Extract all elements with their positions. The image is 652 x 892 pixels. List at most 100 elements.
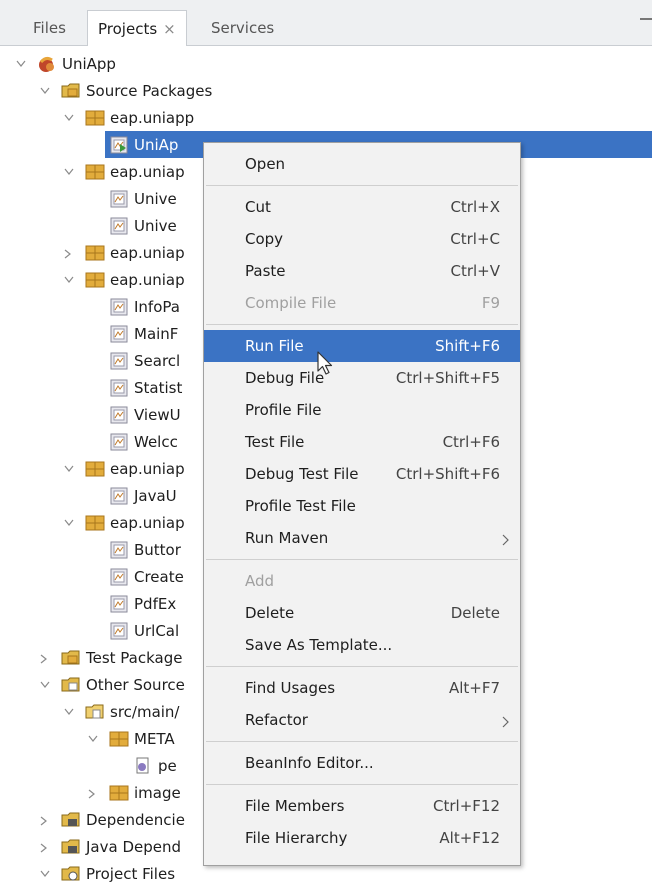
java-class-icon xyxy=(109,432,129,452)
tree-node-label: Buttor xyxy=(134,541,181,559)
chevron-down-icon[interactable] xyxy=(40,87,50,95)
tree-node-label: ViewU xyxy=(134,406,181,424)
menu-item-shortcut: F9 xyxy=(481,294,500,312)
menu-item-open[interactable]: Open xyxy=(204,148,520,180)
source-packages-icon xyxy=(61,81,81,101)
menu-item-profile-file[interactable]: Profile File xyxy=(204,394,520,426)
chevron-right-icon[interactable] xyxy=(40,816,48,826)
menu-item-label: Profile File xyxy=(245,401,322,419)
java-class-icon xyxy=(109,216,129,236)
java-class-icon xyxy=(109,378,129,398)
menu-item-label: Profile Test File xyxy=(245,497,356,515)
java-class-icon xyxy=(109,594,129,614)
menu-item-label: Run Maven xyxy=(245,529,329,547)
tree-node-label: eap.uniap xyxy=(110,514,185,532)
package-icon xyxy=(85,162,105,182)
menu-item-profile-test-file[interactable]: Profile Test File xyxy=(204,490,520,522)
menu-separator xyxy=(206,559,518,560)
menu-item-label: Open xyxy=(245,155,286,173)
minimize-icon[interactable] xyxy=(640,18,652,20)
menu-item-shortcut: Alt+F7 xyxy=(448,679,500,697)
chevron-right-icon[interactable] xyxy=(64,249,72,259)
tree-node-label: UniAp xyxy=(134,136,179,154)
menu-item-shortcut: Ctrl+V xyxy=(450,262,500,280)
menu-item-paste[interactable]: Paste Ctrl+V xyxy=(204,255,520,287)
tree-node-label: Project Files xyxy=(86,865,176,883)
menu-item-shortcut: Ctrl+Shift+F5 xyxy=(395,369,500,387)
menu-item-beaninfo-editor[interactable]: BeanInfo Editor... xyxy=(204,747,520,779)
menu-item-debug-file[interactable]: Debug File Ctrl+Shift+F5 xyxy=(204,362,520,394)
tab-projects-label: Projects xyxy=(98,20,158,38)
tree-node-label: Unive xyxy=(134,217,177,235)
submenu-arrow-icon xyxy=(502,714,510,728)
tab-projects[interactable]: Projects × xyxy=(87,10,187,46)
package-icon xyxy=(85,108,105,128)
chevron-down-icon[interactable] xyxy=(40,681,50,689)
chevron-down-icon[interactable] xyxy=(64,168,74,176)
menu-item-shortcut: Ctrl+X xyxy=(450,198,500,216)
java-class-icon xyxy=(109,621,129,641)
menu-item-label: File Hierarchy xyxy=(245,829,348,847)
chevron-down-icon[interactable] xyxy=(64,114,74,122)
tree-node-label: Java Depend xyxy=(86,838,182,856)
tree-node-label: eap.uniap xyxy=(110,271,185,289)
tree-node-label: eap.uniap xyxy=(110,163,185,181)
package-icon xyxy=(109,729,129,749)
menu-item-label: Find Usages xyxy=(245,679,336,697)
menu-item-label: Cut xyxy=(245,198,271,216)
menu-item-find-usages[interactable]: Find Usages Alt+F7 xyxy=(204,672,520,704)
menu-item-shortcut: Ctrl+C xyxy=(450,230,500,248)
chevron-down-icon[interactable] xyxy=(64,708,74,716)
menu-item-debug-test-file[interactable]: Debug Test File Ctrl+Shift+F6 xyxy=(204,458,520,490)
tree-node-label: PdfEx xyxy=(134,595,177,613)
chevron-down-icon[interactable] xyxy=(64,465,74,473)
tree-node-label: eap.uniap xyxy=(110,244,185,262)
menu-item-shortcut: Ctrl+F12 xyxy=(433,797,500,815)
menu-item-label: Delete xyxy=(245,604,295,622)
package-icon xyxy=(85,243,105,263)
tree-node-label: MainF xyxy=(134,325,179,343)
menu-item-test-file[interactable]: Test File Ctrl+F6 xyxy=(204,426,520,458)
tab-files-label: Files xyxy=(33,19,66,37)
menu-item-label: Refactor xyxy=(245,711,308,729)
chevron-down-icon[interactable] xyxy=(88,735,98,743)
menu-item-label: File Members xyxy=(245,797,345,815)
menu-item-cut[interactable]: Cut Ctrl+X xyxy=(204,191,520,223)
package-icon xyxy=(85,270,105,290)
chevron-down-icon[interactable] xyxy=(64,276,74,284)
chevron-right-icon[interactable] xyxy=(40,654,48,664)
tree-node-label: JavaU xyxy=(134,487,177,505)
menu-item-refactor[interactable]: Refactor xyxy=(204,704,520,736)
package-icon xyxy=(85,513,105,533)
menu-item-label: Debug File xyxy=(245,369,325,387)
chevron-down-icon[interactable] xyxy=(16,60,26,68)
menu-separator xyxy=(206,741,518,742)
tree-node-label: Create xyxy=(134,568,184,586)
tab-services[interactable]: Services xyxy=(211,10,274,46)
menu-item-file-members[interactable]: File Members Ctrl+F12 xyxy=(204,790,520,822)
java-class-icon xyxy=(109,297,129,317)
menu-item-copy[interactable]: Copy Ctrl+C xyxy=(204,223,520,255)
java-dependencies-icon xyxy=(61,837,81,857)
tree-node-label: Test Package xyxy=(86,649,183,667)
java-class-icon xyxy=(109,486,129,506)
java-class-icon xyxy=(109,324,129,344)
menu-item-file-hierarchy[interactable]: File Hierarchy Alt+F12 xyxy=(204,822,520,854)
tree-node-label: Searcl xyxy=(134,352,181,370)
menu-item-label: Test File xyxy=(245,433,305,451)
menu-item-shortcut: Alt+F12 xyxy=(439,829,500,847)
menu-item-delete[interactable]: Delete Delete xyxy=(204,597,520,629)
chevron-right-icon[interactable] xyxy=(40,843,48,853)
menu-item-label: Compile File xyxy=(245,294,337,312)
menu-item-shortcut: Delete xyxy=(450,604,500,622)
menu-item-save-as-template[interactable]: Save As Template... xyxy=(204,629,520,661)
menu-item-label: Add xyxy=(245,572,275,590)
close-tab-icon[interactable]: × xyxy=(163,20,176,38)
chevron-right-icon[interactable] xyxy=(88,789,96,799)
menu-item-run-maven[interactable]: Run Maven xyxy=(204,522,520,554)
tab-files[interactable]: Files xyxy=(33,10,66,46)
chevron-down-icon[interactable] xyxy=(40,870,50,878)
package-icon xyxy=(109,783,129,803)
chevron-down-icon[interactable] xyxy=(64,519,74,527)
menu-item-run-file[interactable]: Run File Shift+F6 xyxy=(204,330,520,362)
